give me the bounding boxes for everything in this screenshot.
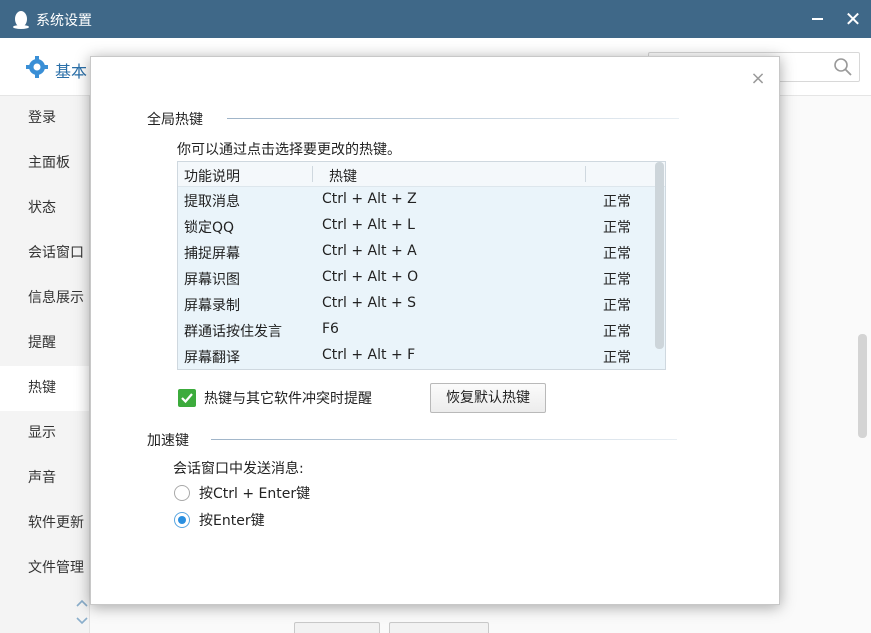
conflict-reminder-label[interactable]: 热键与其它软件冲突时提醒 <box>204 388 372 408</box>
minimize-button[interactable] <box>804 6 830 32</box>
accelerator-title: 加速键 <box>147 433 189 449</box>
sidebar-item-file-management[interactable]: 文件管理 <box>0 546 89 591</box>
hotkey-status: 正常 <box>603 246 631 262</box>
column-header-function[interactable]: 功能说明 <box>184 166 240 186</box>
hotkey-combo[interactable]: Ctrl + Alt + Z <box>322 191 417 207</box>
hotkey-function: 屏幕录制 <box>184 298 240 314</box>
table-row[interactable]: 屏幕翻译 Ctrl + Alt + F 正常 <box>178 343 665 369</box>
table-row[interactable]: 提取消息 Ctrl + Alt + Z 正常 <box>178 187 665 213</box>
chevron-up-icon[interactable] <box>76 598 88 608</box>
hotkey-combo[interactable]: Ctrl + Alt + F <box>322 347 415 363</box>
hotkey-combo[interactable]: F6 <box>322 321 339 337</box>
hotkey-status: 正常 <box>603 324 631 340</box>
chevron-down-icon[interactable] <box>76 616 88 626</box>
radio-enter-label[interactable]: 按Enter键 <box>199 510 265 530</box>
global-hotkeys-title: 全局热键 <box>147 112 203 128</box>
window-close-button[interactable]: ✕ <box>840 6 866 32</box>
conflict-reminder-checkbox[interactable] <box>178 389 196 407</box>
hotkey-status: 正常 <box>603 298 631 314</box>
footer-button-2[interactable] <box>389 622 489 633</box>
hotkey-hint: 你可以通过点击选择要更改的热键。 <box>177 142 401 158</box>
send-message-label: 会话窗口中发送消息: <box>173 461 304 477</box>
table-row[interactable]: 锁定QQ Ctrl + Alt + L 正常 <box>178 213 665 239</box>
sidebar-item-sound[interactable]: 声音 <box>0 456 89 501</box>
hotkey-status: 正常 <box>603 194 631 210</box>
gear-icon <box>26 56 48 78</box>
hotkey-status: 正常 <box>603 272 631 288</box>
footer-button-1[interactable] <box>294 622 380 633</box>
table-row[interactable]: 捕捉屏幕 Ctrl + Alt + A 正常 <box>178 239 665 265</box>
table-row[interactable]: 群通话按住发言 F6 正常 <box>178 317 665 343</box>
qq-penguin-icon <box>13 11 29 29</box>
hotkey-function: 锁定QQ <box>184 220 235 236</box>
checkmark-icon <box>181 393 193 404</box>
hotkey-function: 屏幕识图 <box>184 272 240 288</box>
column-header-hotkey[interactable]: 热键 <box>329 166 357 186</box>
sidebar-item-reminder[interactable]: 提醒 <box>0 321 89 366</box>
content-scrollbar[interactable] <box>858 334 867 438</box>
hotkey-combo[interactable]: Ctrl + Alt + S <box>322 295 416 311</box>
restore-default-hotkeys-button[interactable]: 恢复默认热键 <box>430 383 546 413</box>
table-row[interactable]: 屏幕识图 Ctrl + Alt + O 正常 <box>178 265 665 291</box>
hotkey-combo[interactable]: Ctrl + Alt + L <box>322 217 415 233</box>
settings-sidebar: 登录 主面板 状态 会话窗口 信息展示 提醒 热键 显示 声音 软件更新 文件管… <box>0 96 90 633</box>
sidebar-item-status[interactable]: 状态 <box>0 186 89 231</box>
sidebar-item-display[interactable]: 显示 <box>0 411 89 456</box>
nav-basic-tab[interactable]: 基本 <box>55 58 87 82</box>
table-header: 功能说明 热键 <box>178 162 665 187</box>
search-icon[interactable] <box>833 57 853 77</box>
hotkey-table: 功能说明 热键 提取消息 Ctrl + Alt + Z 正常 锁定QQ Ctrl… <box>177 161 666 370</box>
sidebar-item-main-panel[interactable]: 主面板 <box>0 141 89 186</box>
sidebar-item-hotkeys[interactable]: 热键 <box>0 366 89 411</box>
sidebar-item-login[interactable]: 登录 <box>0 96 89 141</box>
sidebar-item-software-update[interactable]: 软件更新 <box>0 501 89 546</box>
section-divider <box>227 118 679 119</box>
hotkey-status: 正常 <box>603 350 631 366</box>
dialog-close-button[interactable]: × <box>748 68 768 89</box>
window-title: 系统设置 <box>36 13 92 29</box>
table-row[interactable]: 屏幕录制 Ctrl + Alt + S 正常 <box>178 291 665 317</box>
radio-enter[interactable] <box>174 512 190 528</box>
hotkey-settings-dialog: × 全局热键 你可以通过点击选择要更改的热键。 功能说明 热键 提取消息 Ctr… <box>90 56 780 605</box>
sidebar-item-info-display[interactable]: 信息展示 <box>0 276 89 321</box>
hotkey-function: 提取消息 <box>184 194 240 210</box>
hotkey-function: 捕捉屏幕 <box>184 246 240 262</box>
radio-ctrl-enter[interactable] <box>174 485 190 501</box>
hotkey-status: 正常 <box>603 220 631 236</box>
column-separator <box>312 166 313 182</box>
hotkey-function: 屏幕翻译 <box>184 350 240 366</box>
sidebar-item-chat-window[interactable]: 会话窗口 <box>0 231 89 276</box>
title-bar: 系统设置 ✕ <box>0 0 871 38</box>
hotkey-combo[interactable]: Ctrl + Alt + A <box>322 243 417 259</box>
hotkey-function: 群通话按住发言 <box>184 324 282 340</box>
column-separator <box>585 166 586 182</box>
radio-ctrl-enter-label[interactable]: 按Ctrl + Enter键 <box>199 483 310 503</box>
minimize-icon <box>811 18 823 20</box>
section-divider <box>211 439 677 440</box>
table-scrollbar[interactable] <box>655 162 664 349</box>
hotkey-combo[interactable]: Ctrl + Alt + O <box>322 269 418 285</box>
